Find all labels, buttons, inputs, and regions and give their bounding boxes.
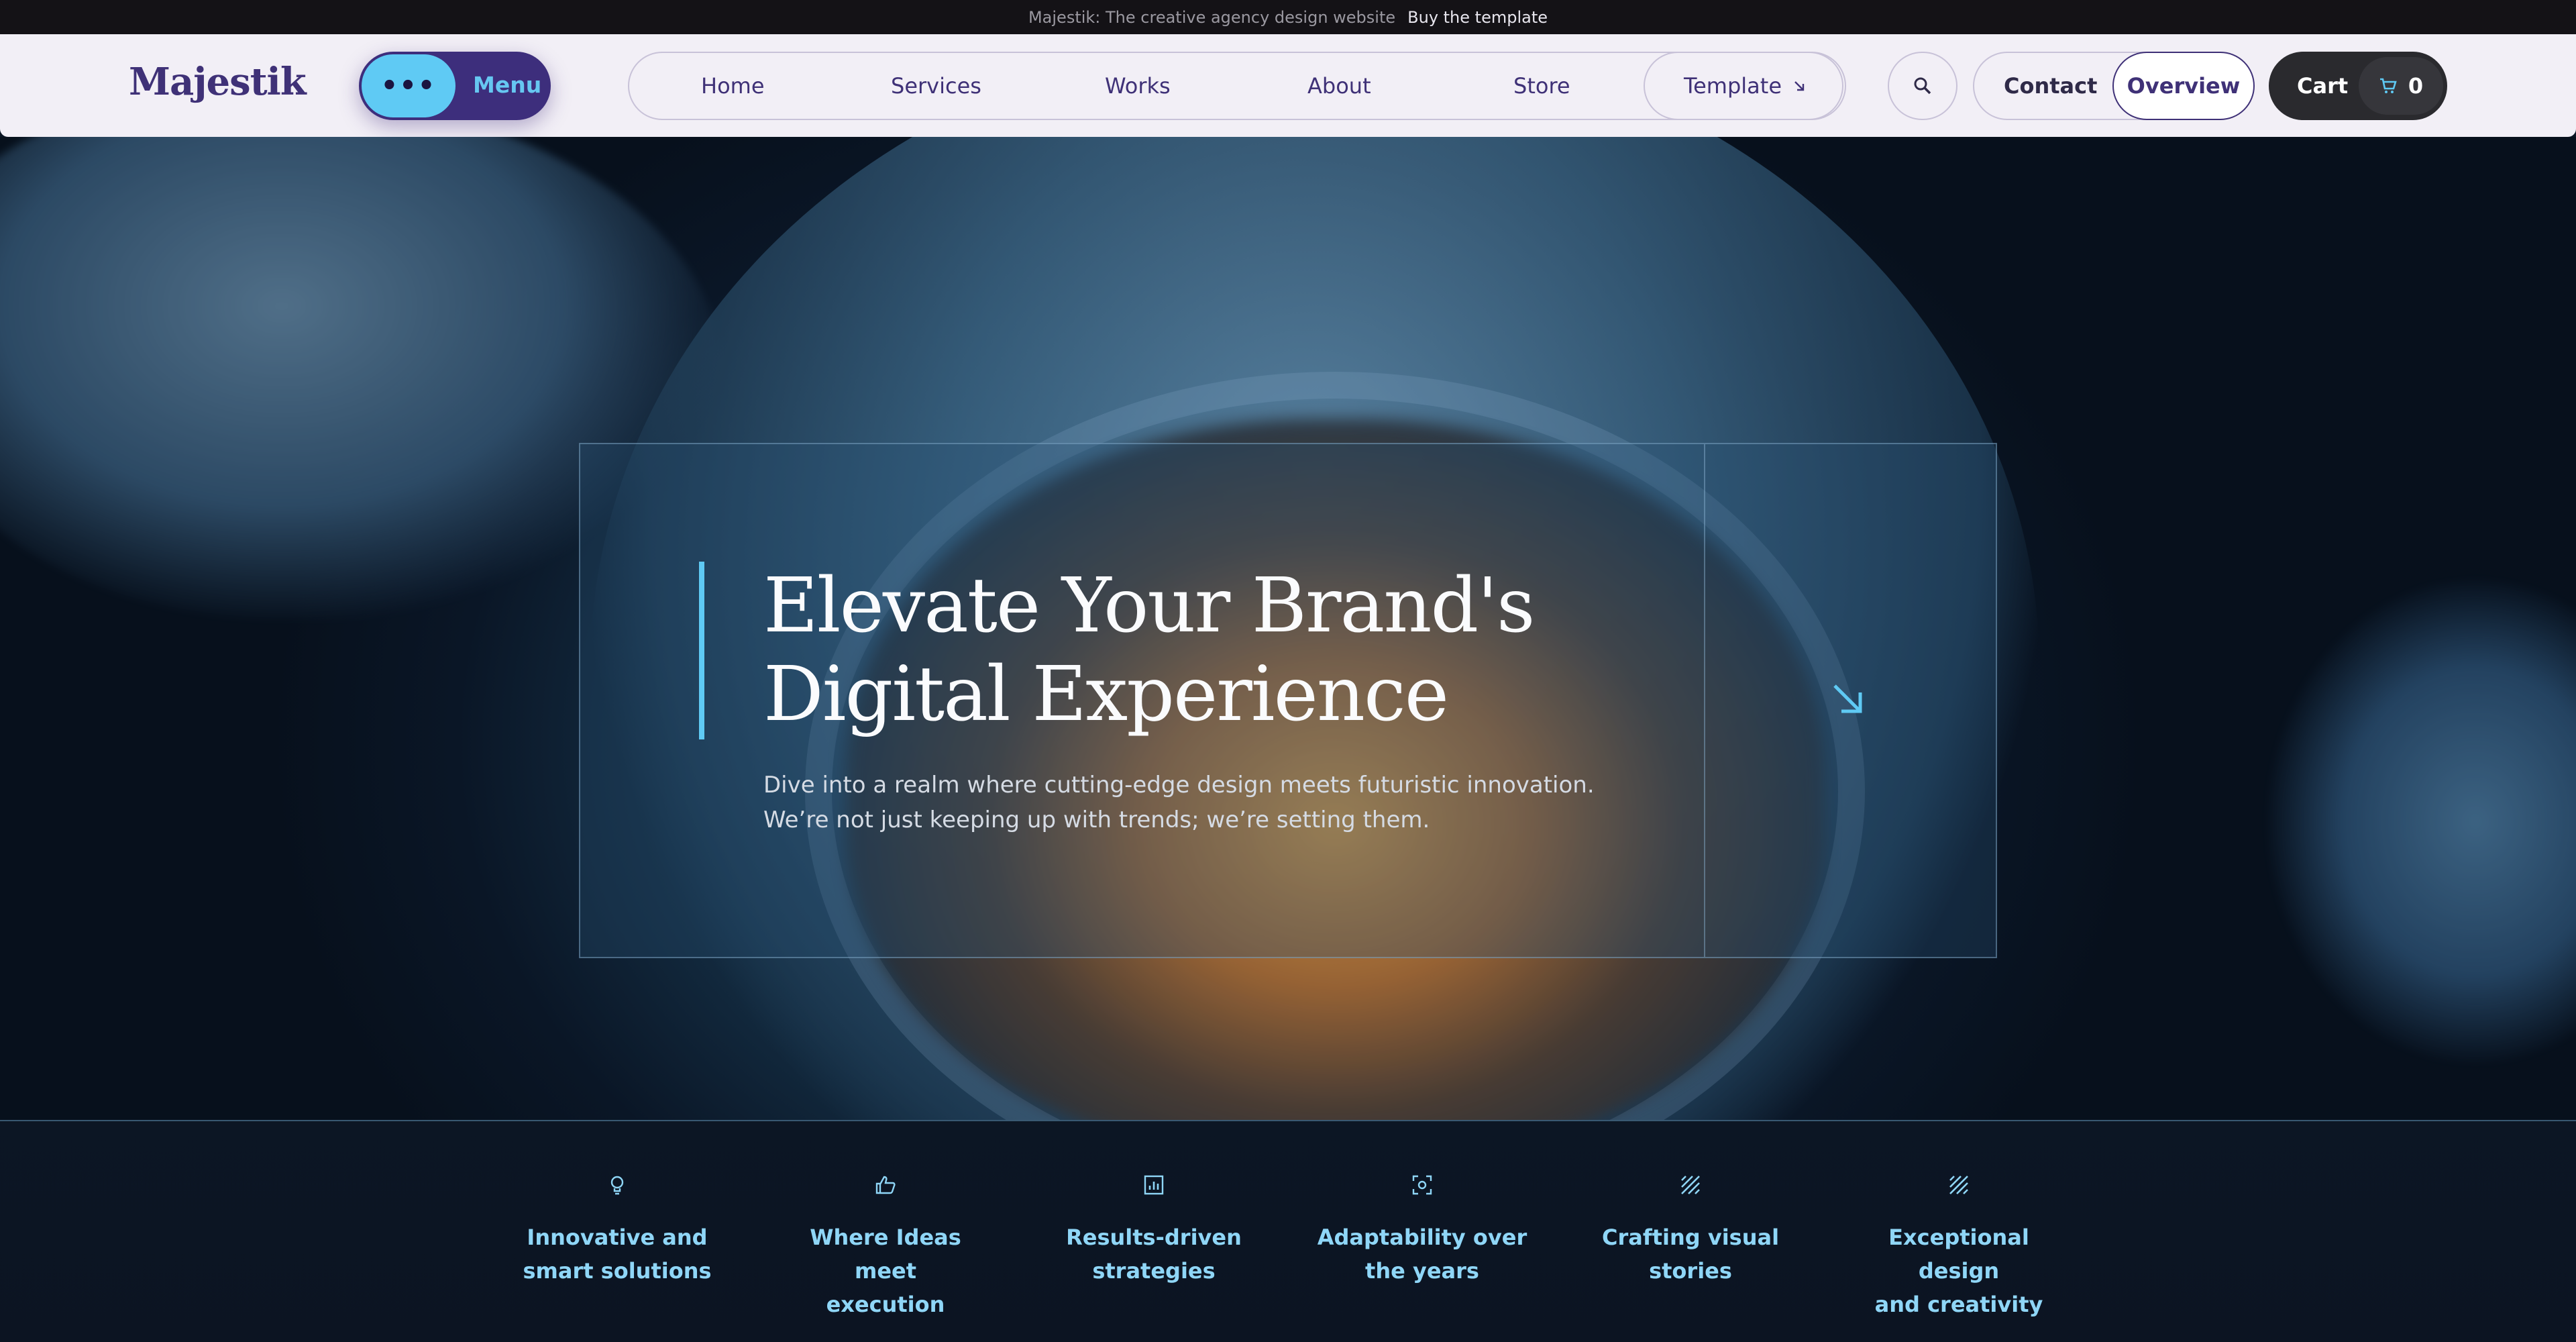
cart-icon	[2379, 78, 2397, 93]
subtext-line-1: Dive into a realm where cutting-edge des…	[763, 772, 1595, 798]
cart-badge: 0	[2359, 57, 2443, 115]
feature-line-2: stories	[1649, 1258, 1732, 1284]
feature-text: Innovative and smart solutions	[510, 1221, 724, 1288]
dots-icon: •••	[362, 54, 455, 117]
nav-item-home[interactable]: Home	[701, 73, 765, 99]
nav-item-services[interactable]: Services	[891, 73, 981, 99]
feature-line-1: Where Ideas meet	[810, 1225, 961, 1284]
main-nav: Home Services Works About Store Template	[628, 52, 1846, 120]
feature-line-1: Crafting visual	[1601, 1225, 1780, 1250]
template-label: Template	[1683, 73, 1782, 99]
feature-item: Innovative and smart solutions	[510, 1174, 724, 1288]
site-header: Majestik ••• Menu Home Services Works Ab…	[0, 34, 2576, 137]
contact-link[interactable]: Contact	[2004, 73, 2097, 99]
card-divider	[1704, 444, 1705, 957]
search-button[interactable]	[1888, 52, 1957, 120]
thumbs-up-icon	[875, 1176, 896, 1194]
feature-line-1: Innovative and	[527, 1225, 708, 1250]
feature-strip: Innovative and smart solutions Where Ide…	[0, 1120, 2576, 1342]
feature-line-2: smart solutions	[523, 1258, 712, 1284]
nav-item-about[interactable]: About	[1307, 73, 1371, 99]
arrow-down-right-icon[interactable]	[1828, 679, 1868, 719]
logo[interactable]: Majestik	[129, 60, 307, 104]
feature-line-1: Adaptability over	[1317, 1225, 1527, 1250]
feature-text: Where Ideas meet execution	[778, 1221, 993, 1321]
feature-item: Exceptional design and creativity	[1851, 1174, 2066, 1321]
feature-line-2: strategies	[1092, 1258, 1216, 1284]
lightbulb-icon	[610, 1176, 624, 1195]
arrow-down-right-icon	[1794, 81, 1805, 91]
headline-line-1: Elevate Your Brand's	[763, 562, 1535, 650]
buy-template-link[interactable]: Buy the template	[1407, 8, 1548, 27]
cart-count: 0	[2408, 73, 2424, 99]
contact-group: Contact Overview	[1973, 52, 2255, 120]
astronaut-arm-right	[2267, 580, 2576, 1063]
feature-text: Adaptability over the years	[1315, 1221, 1529, 1288]
nav-item-template[interactable]: Template	[1644, 52, 1846, 120]
overview-button[interactable]: Overview	[2112, 52, 2255, 120]
chart-icon	[1144, 1175, 1164, 1195]
hatch-icon	[1949, 1176, 1968, 1194]
headline-line-2: Digital Experience	[763, 651, 1449, 738]
feature-item: Results-driven strategies	[1046, 1174, 1261, 1288]
cart-label: Cart	[2297, 73, 2349, 99]
feature-line-2: the years	[1365, 1258, 1479, 1284]
feature-item: Crafting visual stories	[1583, 1174, 1798, 1288]
feature-item: Adaptability over the years	[1315, 1174, 1529, 1288]
feature-line-2: execution	[826, 1292, 945, 1317]
feature-item: Where Ideas meet execution	[778, 1174, 993, 1321]
cart-button[interactable]: Cart 0	[2269, 52, 2447, 120]
accent-bar	[699, 562, 704, 739]
announcement-bar: Majestik: The creative agency design web…	[0, 0, 2576, 34]
subtext-line-2: We’re not just keeping up with trends; w…	[763, 807, 1430, 833]
feature-line-1: Results-driven	[1066, 1225, 1242, 1250]
hatch-icon	[1681, 1176, 1700, 1194]
hero-card: Elevate Your Brand's Digital Experience …	[579, 443, 1997, 958]
hero-subtext: Dive into a realm where cutting-edge des…	[763, 768, 1635, 837]
feature-text: Crafting visual stories	[1583, 1221, 1798, 1288]
announcement-text: Majestik: The creative agency design web…	[1028, 7, 1396, 27]
hero-headline: Elevate Your Brand's Digital Experience	[763, 562, 1635, 739]
feature-text: Results-driven strategies	[1046, 1221, 1261, 1288]
menu-label: Menu	[473, 72, 542, 98]
feature-line-1: Exceptional design	[1888, 1225, 2029, 1284]
search-icon	[1914, 77, 1931, 95]
focus-icon	[1412, 1175, 1432, 1195]
feature-line-2: and creativity	[1874, 1292, 2043, 1317]
nav-item-store[interactable]: Store	[1513, 73, 1570, 99]
nav-item-works[interactable]: Works	[1105, 73, 1171, 99]
feature-text: Exceptional design and creativity	[1851, 1221, 2066, 1321]
menu-button[interactable]: ••• Menu	[359, 52, 551, 120]
